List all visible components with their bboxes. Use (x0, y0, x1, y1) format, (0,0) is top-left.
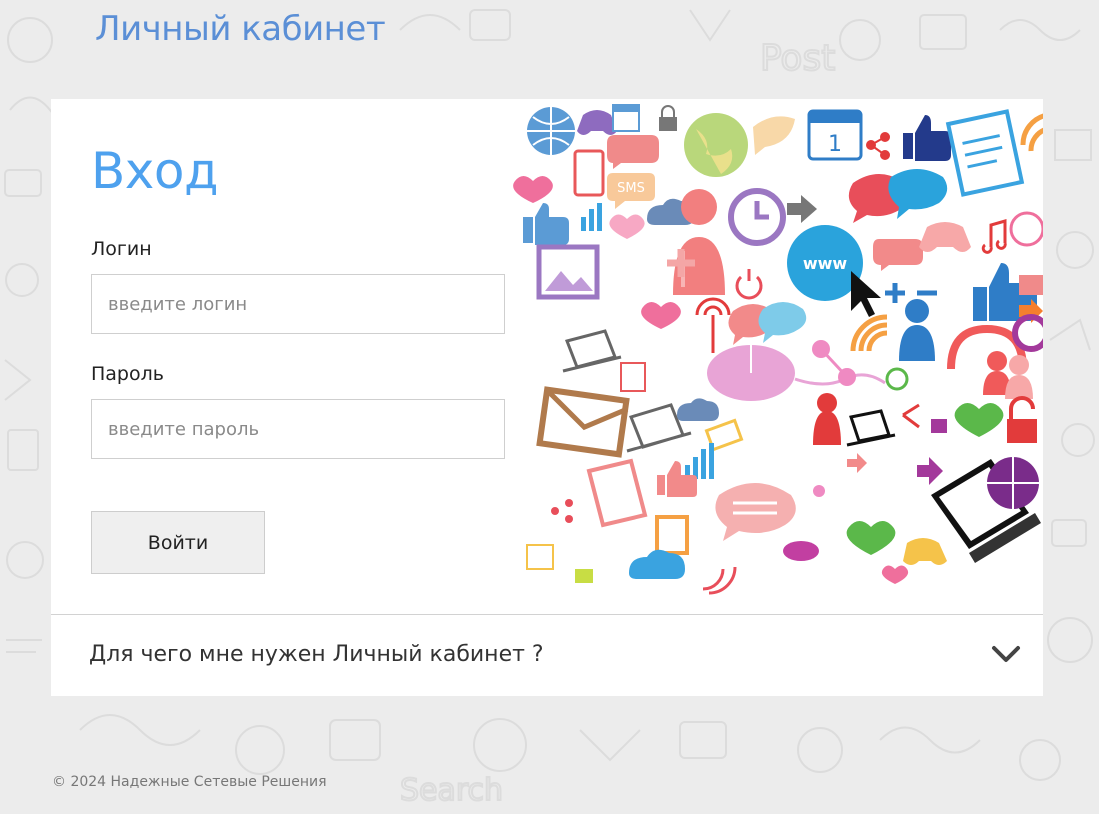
globe-icon (527, 107, 575, 155)
login-title: Вход (91, 142, 219, 200)
password-label: Пароль (91, 363, 164, 385)
gamepad-icon (577, 110, 617, 135)
chat-bubble-right-icon (1019, 275, 1043, 295)
lock-red-icon (1007, 396, 1037, 443)
share-red-icon (902, 403, 920, 429)
calendar-icon-small (612, 104, 640, 132)
page-title: Личный кабинет (95, 9, 386, 49)
laptop-icon-small (562, 329, 622, 373)
heart-icon (641, 302, 681, 329)
user-red-icon (813, 393, 841, 445)
thumbs-up-icon (903, 115, 951, 161)
calendar-icon-bottom (526, 544, 554, 570)
share-ball-icon (813, 485, 825, 497)
mouse-purple-icon (783, 541, 819, 561)
sms-label: SMS (617, 181, 645, 196)
arrow-purple-icon (917, 457, 943, 485)
share-pink-icon (812, 340, 856, 386)
thumbs-up-pink-icon (657, 461, 697, 497)
user-blue-icon (899, 299, 935, 361)
heart-green-icon (954, 403, 1004, 437)
lock-pink-icon (931, 419, 947, 433)
phone-icon (573, 149, 605, 197)
clock-green-icon (885, 367, 909, 391)
username-field[interactable] (91, 274, 505, 334)
notepad-icon (945, 109, 1025, 197)
faq-question: Для чего мне нужен Личный кабинет ? (89, 642, 544, 667)
envelope-icon (536, 386, 630, 458)
earth-icon (684, 113, 748, 177)
svg-text:Post: Post (760, 38, 835, 79)
login-card: Вход Логин Пароль Войти (51, 99, 1043, 696)
username-label: Логин (91, 238, 152, 260)
plus-minus-icon (885, 283, 937, 303)
calendar-icon: 1 (807, 109, 863, 161)
login-button[interactable]: Войти (91, 511, 265, 574)
thumbs-up-blue-icon (523, 203, 569, 245)
heart-icon-small (513, 176, 553, 203)
image-icon (536, 244, 600, 300)
antenna-icon (695, 297, 731, 353)
clock-icon (728, 188, 786, 246)
bar-chart-icon (685, 443, 714, 479)
login-form: Вход Логин Пароль Войти (51, 99, 521, 614)
mouse-icon (707, 345, 886, 401)
lock-yellow-icon (575, 569, 593, 583)
people-icon (983, 351, 1033, 399)
footer-copyright: © 2024 Надежные Сетевые Решения (52, 774, 327, 790)
chat-bubble-pink-icon (607, 135, 659, 169)
cursor-icon (851, 271, 881, 317)
share-icon (866, 132, 890, 160)
calendar-day: 1 (828, 132, 842, 157)
laptop-black-icon (846, 409, 896, 447)
cloud-upload-icon (677, 398, 719, 421)
gamepad-yellow-icon (903, 538, 947, 565)
lightbulb-bubble-icon (1009, 211, 1043, 247)
heart-icon-pink (609, 214, 645, 239)
www-label: www (803, 254, 848, 273)
chat-bubble-icon (753, 116, 795, 155)
faq-accordion[interactable]: Для чего мне нужен Личный кабинет ? (51, 614, 1043, 696)
clipboard-icon (620, 362, 646, 392)
document-icon (586, 458, 648, 528)
arrow-pink-icon (847, 453, 867, 473)
gamepad-pink-icon (919, 222, 971, 252)
sms-bubble-icon: SMS (607, 173, 655, 209)
social-media-illustration: 1 SMS www (513, 104, 1043, 595)
lock-icon (659, 105, 677, 131)
bar-chart-icon-small (581, 203, 602, 231)
svg-text:Search: Search (400, 773, 503, 808)
password-field[interactable] (91, 399, 505, 459)
wifi-red-icon (702, 566, 737, 595)
globe-purple-icon (987, 457, 1039, 509)
wifi-icon-top (1020, 113, 1043, 152)
clipboard-orange-icon (655, 515, 689, 555)
music-note-icon (981, 219, 1007, 254)
power-icon (735, 269, 763, 300)
chat-bubble-sky-icon (758, 302, 807, 343)
chat-bubble-small-icon (873, 239, 923, 271)
heart-pink-bottom-icon (881, 565, 909, 584)
arrow-right-icon (787, 195, 817, 223)
chat-bubble-blue-icon (888, 169, 948, 219)
heart-green-bottom-icon (846, 521, 896, 555)
chevron-down-icon[interactable] (991, 643, 1021, 665)
target-icon (1012, 314, 1043, 352)
wifi-orange-icon (850, 314, 888, 352)
share-icon-bottom (551, 499, 573, 523)
